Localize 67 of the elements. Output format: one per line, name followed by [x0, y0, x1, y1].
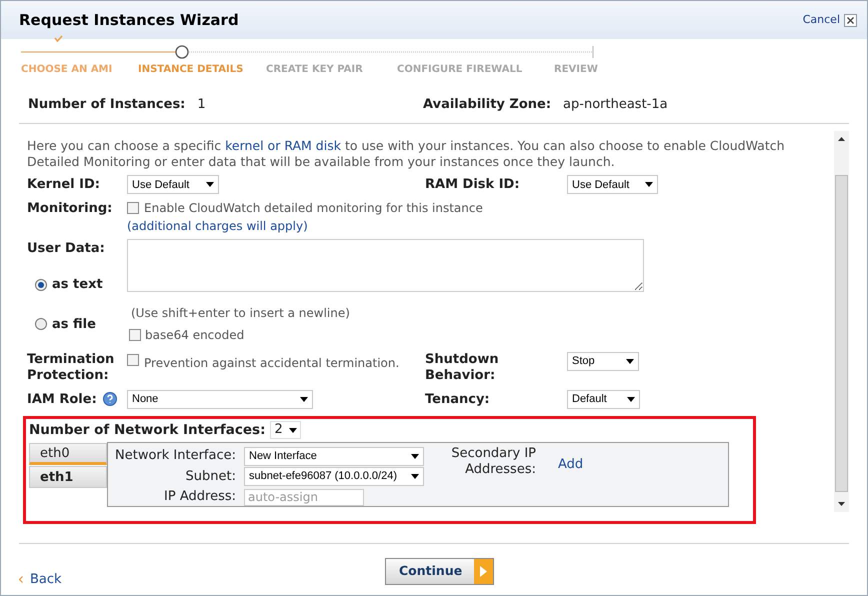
- caret-icon: [300, 396, 308, 402]
- dropdown[interactable]: 2: [270, 421, 301, 440]
- scroll-down-icon[interactable]: [838, 502, 845, 506]
- summary-value: 1: [197, 96, 206, 114]
- checkbox[interactable]: [129, 328, 141, 340]
- field-label: Kernel ID:: [27, 176, 101, 194]
- field-label: Secondary IP Addresses:: [450, 446, 536, 480]
- dropdown[interactable]: Use Default: [127, 175, 219, 194]
- field-label: Termination Protection:: [27, 352, 116, 384]
- dropdown[interactable]: Stop: [567, 352, 639, 370]
- add-link[interactable]: Add: [558, 455, 584, 472]
- scrollbar[interactable]: [834, 131, 849, 512]
- field-label: IP Address:: [163, 488, 236, 506]
- caret-icon: [288, 428, 297, 433]
- step-label: CREATE KEY PAIR: [266, 64, 363, 75]
- summary-value: ap-northeast-1a: [563, 96, 668, 114]
- field-label: Tenancy:: [425, 390, 491, 408]
- step-label: CONFIGURE FIREWALL: [397, 64, 522, 75]
- dropdown[interactable]: New Interface: [244, 446, 424, 466]
- caret-icon: [411, 454, 419, 458]
- field-label: User Data:: [27, 240, 106, 258]
- checkbox-label: base64 encoded: [145, 326, 244, 344]
- field-label: RAM Disk ID:: [425, 176, 521, 194]
- caret-icon: [206, 182, 214, 188]
- interface-tab[interactable]: eth0: [29, 443, 107, 466]
- checkbox[interactable]: [127, 354, 139, 366]
- charges-link[interactable]: (additional charges will apply): [127, 216, 483, 234]
- ip-address-field[interactable]: auto-assign: [244, 488, 364, 506]
- field-label: Monitoring:: [27, 200, 114, 218]
- dropdown[interactable]: Default: [567, 390, 640, 409]
- help-icon[interactable]: [102, 392, 117, 406]
- dropdown[interactable]: subnet-efe96087 (10.0.0.0/24): [244, 467, 424, 486]
- kernel-ram-link[interactable]: kernel or RAM disk: [225, 138, 341, 153]
- scroll-up-icon[interactable]: [838, 137, 845, 141]
- chevron-left-icon: [19, 576, 23, 584]
- close-icon[interactable]: [844, 14, 857, 26]
- caret-icon: [627, 396, 635, 402]
- dropdown[interactable]: None: [127, 390, 313, 409]
- checkbox-label: Prevention against accidental termination.: [144, 354, 400, 372]
- summary-label: Availability Zone:: [423, 96, 552, 114]
- summary-label: Number of Instances:: [28, 96, 186, 114]
- step-label: REVIEW: [554, 64, 598, 75]
- caret-icon: [411, 474, 419, 479]
- cancel-link[interactable]: Cancel: [802, 12, 840, 28]
- hint-text: (Use shift+enter to insert a newline): [131, 304, 351, 322]
- field-label: Shutdown Behavior:: [425, 352, 500, 384]
- field-label: Number of Network Interfaces:: [29, 421, 266, 440]
- field-label: IAM Role:: [27, 390, 97, 408]
- radio-button[interactable]: [35, 318, 47, 330]
- field-label: Subnet:: [184, 468, 236, 486]
- checkbox-label: Enable CloudWatch detailed monitoring for this instance: [144, 200, 483, 216]
- dropdown[interactable]: Use Default: [567, 175, 658, 194]
- interface-tab[interactable]: eth1: [29, 466, 107, 488]
- checkbox[interactable]: [127, 202, 139, 214]
- radio-button[interactable]: [35, 278, 47, 291]
- caret-icon: [645, 182, 653, 188]
- back-link[interactable]: Back: [19, 570, 385, 590]
- radio-label: as file: [52, 316, 96, 334]
- continue-button[interactable]: Continue: [385, 558, 494, 585]
- step-label: INSTANCE DETAILS: [138, 64, 244, 75]
- intro-text: Here you can choose a specific kernel or RAM disk to use with your instances. You can also choose to enable CloudWatch Detailed Monitoring or enter data that will be available from your instances once they launch.: [27, 138, 786, 170]
- radio-label: as text: [52, 276, 103, 294]
- step-label: CHOOSE AN AMI: [21, 64, 112, 75]
- field-label: Network Interface:: [114, 447, 236, 466]
- window-title: Request Instances Wizard: [19, 10, 239, 31]
- caret-icon: [626, 358, 634, 364]
- check-icon: [54, 35, 63, 42]
